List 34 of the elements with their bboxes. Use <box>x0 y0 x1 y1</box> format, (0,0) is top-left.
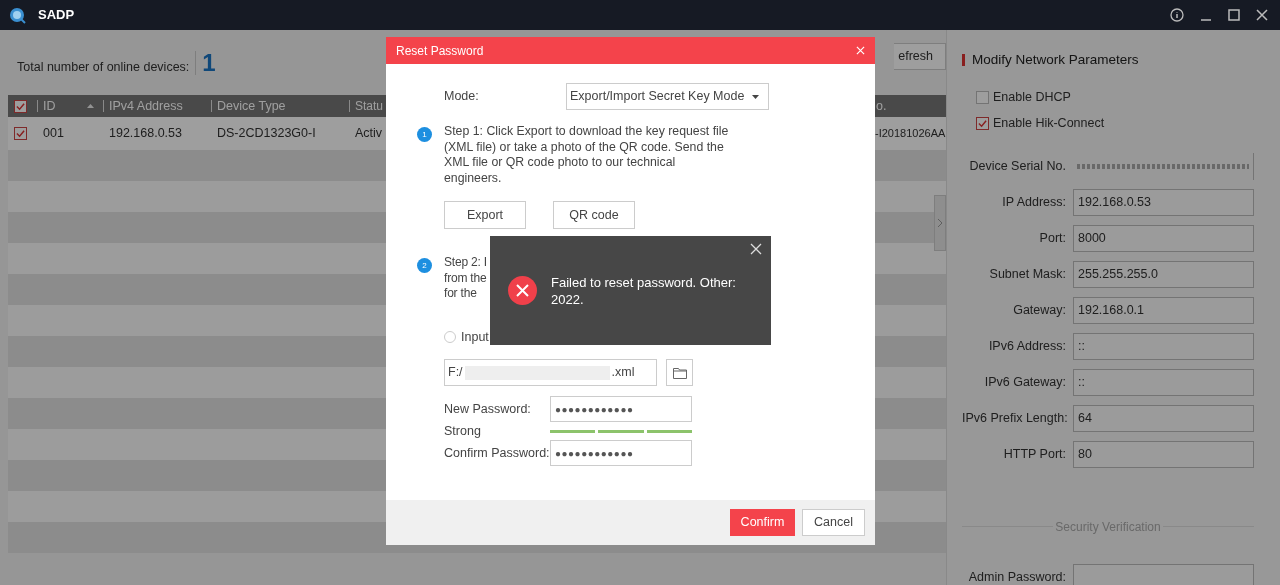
field-label: Admin Password: <box>967 568 1067 585</box>
step-text-line: from the <box>444 270 487 286</box>
table-cell: -I20181026AA <box>875 127 946 140</box>
field-label: HTTP Port: <box>1002 445 1067 463</box>
radio-label: Input <box>461 328 489 346</box>
panel-title: Modify Network Parameters <box>972 51 1139 69</box>
strength-label: Strong <box>444 422 482 440</box>
step-number-badge: 1 <box>417 127 432 142</box>
device-count: 1 <box>202 47 216 78</box>
field-label: IP Address: <box>1001 193 1067 211</box>
mode-label: Mode: <box>444 88 480 106</box>
app-title: SADP <box>38 6 75 25</box>
field-label: Gateway: <box>1012 301 1067 319</box>
dialog-title: Reset Password <box>396 42 484 60</box>
checkbox-label: Enable DHCP <box>993 89 1071 107</box>
field-label: Confirm Password: <box>444 444 550 462</box>
field-label: IPv6 Prefix Length: <box>962 409 1069 427</box>
step-number-badge: 2 <box>417 258 432 273</box>
table-cell: 192.168.0.53 <box>109 126 182 141</box>
online-devices-label: Total number of online devices: <box>17 59 190 77</box>
table-cell: DS-2CD1323G0-I <box>217 126 316 141</box>
field-label: Device Serial No. <box>968 157 1067 175</box>
step-text: Step 1: Click Export to download the key request file (XML file) or take a photo of the QR code. Send the XML file or QR code photo to our technical engineers. <box>444 124 729 186</box>
field-label: Subnet Mask: <box>988 265 1067 283</box>
table-cell: Activ <box>355 126 383 141</box>
table-cell: 001 <box>43 126 64 141</box>
field-label: IPv6 Gateway: <box>983 373 1067 391</box>
field-label: Port: <box>1038 229 1067 247</box>
field-label: New Password: <box>444 400 532 418</box>
step-text-line: for the <box>444 286 477 302</box>
error-message: Failed to reset password. Other: 2022. <box>551 273 737 308</box>
step-text-line: Step 2: I <box>444 255 487 271</box>
field-label: IPv6 Address: <box>987 337 1067 355</box>
checkbox-label: Enable Hik-Connect <box>993 115 1105 132</box>
